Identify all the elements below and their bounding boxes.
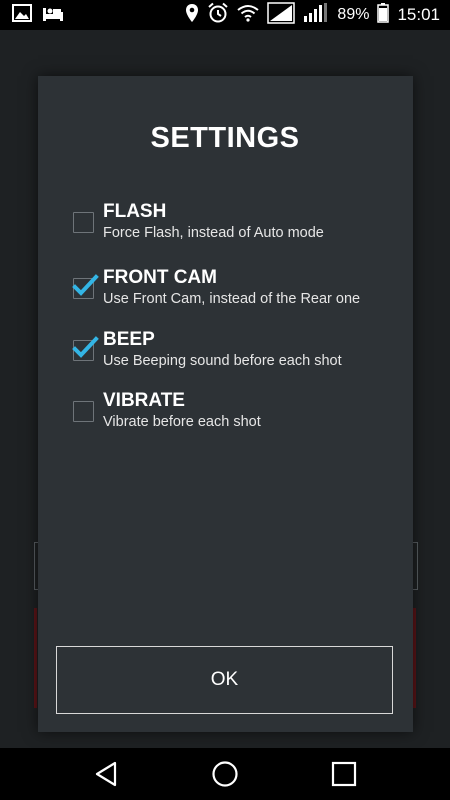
image-icon	[12, 3, 32, 27]
status-bar: 89% 15:01	[0, 0, 450, 30]
option-description: Force Flash, instead of Auto mode	[103, 225, 324, 241]
beep-checkbox[interactable]	[72, 336, 99, 361]
status-right: 89% 15:01	[185, 0, 440, 30]
home-icon	[212, 761, 238, 787]
recents-icon	[331, 761, 357, 787]
battery-icon	[377, 2, 390, 28]
location-icon	[185, 3, 199, 28]
signal-icon	[267, 1, 296, 29]
option-title: FRONT CAM	[103, 267, 217, 288]
back-button[interactable]	[76, 748, 136, 800]
navigation-bar	[0, 748, 450, 800]
bed-icon	[42, 4, 64, 27]
checkmark-icon	[72, 274, 99, 296]
option-title: VIBRATE	[103, 390, 185, 411]
option-description: Vibrate before each shot	[103, 414, 261, 430]
option-description: Use Beeping sound before each shot	[103, 353, 342, 369]
front-cam-checkbox[interactable]	[72, 274, 99, 299]
screen: 89% 15:01 SETTINGS FLASH Force Flash, in…	[0, 0, 450, 800]
dialog-title: SETTINGS	[150, 122, 300, 154]
ok-button[interactable]: OK	[56, 646, 393, 714]
home-button[interactable]	[195, 748, 255, 800]
back-icon	[95, 761, 117, 787]
option-title: BEEP	[103, 329, 155, 350]
option-front-cam[interactable]: FRONT CAM Use Front Cam, instead of the …	[72, 267, 402, 313]
alarm-icon	[207, 2, 229, 29]
option-title: FLASH	[103, 201, 167, 222]
clock: 15:01	[397, 5, 440, 24]
status-left	[12, 0, 64, 30]
option-vibrate[interactable]: VIBRATE Vibrate before each shot	[72, 390, 402, 436]
flash-checkbox[interactable]	[73, 212, 94, 233]
option-flash[interactable]: FLASH Force Flash, instead of Auto mode	[72, 201, 402, 247]
checkmark-icon	[72, 336, 99, 358]
recents-button[interactable]	[314, 748, 374, 800]
option-description: Use Front Cam, instead of the Rear one	[103, 291, 361, 307]
signal-icon	[303, 2, 329, 29]
battery-percent: 89%	[337, 6, 370, 23]
vibrate-checkbox[interactable]	[73, 401, 94, 422]
option-beep[interactable]: BEEP Use Beeping sound before each shot	[72, 329, 402, 375]
wifi-icon	[237, 4, 260, 27]
